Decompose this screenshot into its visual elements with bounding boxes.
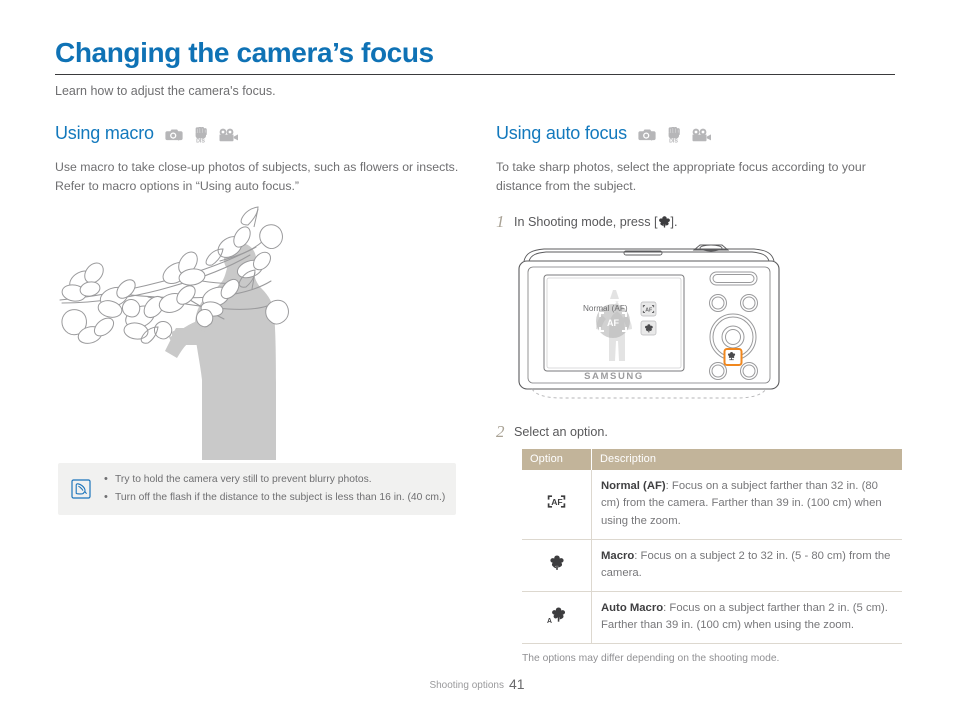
manual-page: Changing the camera’s focus Learn how to…	[0, 0, 954, 720]
svg-text:DIS: DIS	[669, 138, 678, 143]
note-list: Try to hold the camera very still to pre…	[104, 470, 445, 507]
focus-options-table: Option Description AF Normal (AF): Focus…	[522, 449, 902, 645]
right-column: Using auto focus P DIS To take sharp pho…	[496, 123, 902, 665]
title-divider	[55, 74, 895, 76]
step-2-number: 2	[496, 421, 505, 441]
note-box: Try to hold the camera very still to pre…	[58, 463, 456, 515]
af-icon: AF	[522, 470, 592, 540]
svg-text:DIS: DIS	[196, 138, 205, 143]
svg-text:P: P	[178, 136, 183, 142]
option-term: Normal (AF)	[601, 480, 666, 493]
svg-text:Normal (AF): Normal (AF)	[583, 304, 628, 313]
macro-button-highlight	[723, 347, 743, 366]
camera-back-illustration: Normal (AF) AF AF SAMSUNG	[518, 243, 780, 405]
step-1-number: 1	[496, 212, 505, 232]
movie-camera-icon	[218, 128, 239, 142]
page-number: 41	[508, 676, 525, 692]
table-row: A Auto Macro: Focus on a subject farther…	[522, 591, 902, 645]
camera-p-icon: P	[165, 127, 185, 142]
section-heading-using-auto-focus: Using auto focus	[496, 123, 627, 143]
using-auto-focus-heading-row: Using auto focus P DIS	[496, 123, 896, 144]
page-title: Changing the camera’s focus	[55, 37, 434, 68]
table-header-option: Option	[522, 449, 592, 471]
page-header: Changing the camera’s focus Learn how to…	[55, 38, 895, 101]
using-macro-heading-row: Using macro P DIS	[55, 123, 460, 144]
magnolia-branch-photographer-illustration	[52, 185, 372, 465]
svg-text:AF: AF	[645, 307, 652, 313]
macro-flower-icon	[658, 215, 671, 232]
using-auto-focus-body: To take sharp photos, select the appropr…	[496, 160, 866, 193]
svg-text:AF: AF	[607, 318, 619, 328]
option-term: Macro	[601, 549, 635, 562]
section-heading-using-macro: Using macro	[55, 123, 154, 143]
note-pen-icon	[58, 479, 104, 499]
step-2: 2 Select an option.	[496, 422, 896, 442]
note-item: Try to hold the camera very still to pre…	[104, 470, 445, 489]
step-2-text: Select an option.	[514, 424, 608, 439]
option-description: : Focus on a subject 2 to 32 in. (5 - 80…	[601, 549, 891, 579]
auto-macro-flower-icon: A	[522, 591, 592, 645]
mode-icon-group-left: P DIS	[165, 125, 239, 143]
page-footer: Shooting options 41	[0, 676, 954, 692]
svg-text:A: A	[547, 618, 552, 624]
table-cell-description: Normal (AF): Focus on a subject farther …	[591, 470, 902, 540]
macro-flower-icon	[522, 539, 592, 593]
step-1-text-before: In Shooting mode, press [	[514, 215, 658, 230]
dis-hand-icon: DIS	[193, 126, 210, 143]
page-subtitle: Learn how to adjust the camera's focus.	[55, 84, 276, 99]
table-footnote: The options may differ depending on the …	[522, 653, 780, 665]
movie-camera-icon	[691, 128, 712, 142]
svg-text:P: P	[651, 136, 656, 142]
table-cell-description: Auto Macro: Focus on a subject farther t…	[591, 591, 902, 645]
step-1-text-after: ].	[670, 215, 678, 230]
note-item: Turn off the flash if the distance to th…	[104, 488, 445, 507]
table-row: AF Normal (AF): Focus on a subject farth…	[522, 470, 902, 540]
camera-p-icon: P	[638, 127, 658, 142]
camera-brand-text: SAMSUNG	[584, 371, 644, 382]
svg-text:AF: AF	[551, 497, 562, 507]
step-1: 1 In Shooting mode, press [ ].	[496, 212, 896, 232]
table-row: Macro: Focus on a subject 2 to 32 in. (5…	[522, 539, 902, 593]
footer-section-label: Shooting options	[429, 680, 504, 691]
mode-icon-group-right: P DIS	[638, 125, 712, 143]
table-header-description: Description	[591, 449, 902, 471]
step-1-text: In Shooting mode, press [ ].	[514, 212, 678, 232]
option-term: Auto Macro	[601, 602, 664, 615]
dis-hand-icon: DIS	[666, 126, 683, 143]
table-cell-description: Macro: Focus on a subject 2 to 32 in. (5…	[591, 539, 902, 593]
table-header-row: Option Description	[522, 449, 902, 471]
